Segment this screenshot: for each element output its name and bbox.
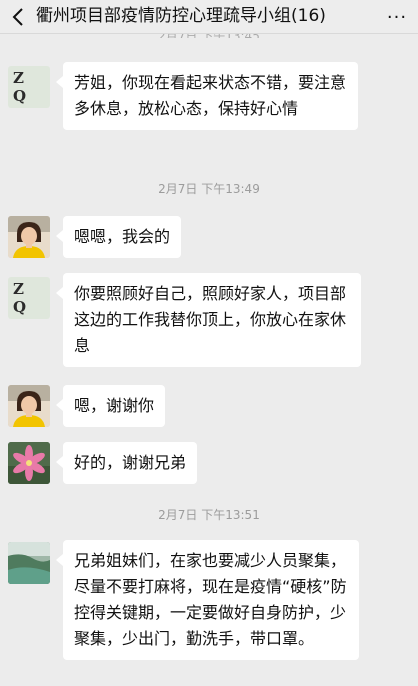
avatar-woman[interactable]: [8, 216, 50, 258]
message-bubble[interactable]: 你要照顾好自己，照顾好家人，项目部这边的工作我替你顶上，你放心在家休息: [56, 273, 361, 367]
message-bubble[interactable]: 芳姐，你现在看起来状态不错，要注意多休息，放松心态，保持好心情: [56, 62, 358, 130]
chat-header: 衢州项目部疫情防控心理疏导小组(16) ···: [0, 0, 418, 34]
avatar-initials: Z Q: [13, 69, 32, 105]
back-button[interactable]: [4, 2, 32, 32]
avatar-flower[interactable]: [8, 442, 50, 484]
message-bubble[interactable]: 好的，谢谢兄弟: [55, 442, 198, 484]
avatar-scenery[interactable]: [8, 542, 50, 584]
chat-title: 衢州项目部疫情防控心理疏导小组(16): [36, 6, 326, 26]
more-options-button[interactable]: ···: [384, 6, 410, 28]
woman-portrait-icon: [8, 216, 50, 258]
message-bubble[interactable]: 嗯嗯，我会的: [55, 216, 182, 258]
scenery-icon: [8, 542, 50, 584]
woman-portrait-icon: [8, 385, 50, 427]
avatar-zq[interactable]: Z Q: [8, 66, 50, 108]
avatar-initials: Z Q: [13, 280, 32, 316]
avatar-woman[interactable]: [8, 385, 50, 427]
chevron-left-icon: [12, 8, 23, 26]
message-bubble[interactable]: 嗯，谢谢你: [55, 385, 166, 427]
avatar-zq[interactable]: Z Q: [8, 277, 50, 319]
timestamp: 2月7日 下午13:51: [158, 508, 260, 522]
flower-icon: [8, 442, 50, 484]
message-bubble[interactable]: 兄弟姐妹们，在家也要减少人员聚集，尽量不要打麻将，现在是疫情“硬核”防控得关键期…: [56, 540, 359, 660]
timestamp: 2月7日 下午13:49: [158, 182, 260, 196]
